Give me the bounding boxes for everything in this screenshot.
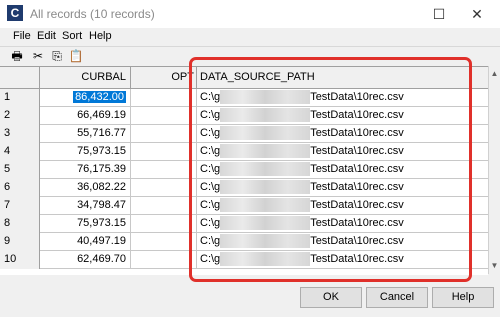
cell-opt[interactable]: [131, 161, 197, 179]
menu-file[interactable]: File: [13, 30, 31, 42]
row-number[interactable]: 7: [0, 197, 40, 215]
row-number[interactable]: 10: [0, 251, 40, 269]
menu-sort[interactable]: Sort: [62, 30, 82, 42]
row-number[interactable]: 8: [0, 215, 40, 233]
row-number[interactable]: 4: [0, 143, 40, 161]
cell-curbal[interactable]: 40,497.19: [40, 233, 131, 251]
selected-cell-value[interactable]: 86,432.00: [73, 91, 126, 103]
cell-curbal[interactable]: 75,973.15: [40, 215, 131, 233]
header-corner[interactable]: [0, 67, 40, 88]
cell-curbal[interactable]: 86,432.00: [40, 89, 131, 107]
row-number[interactable]: 3: [0, 125, 40, 143]
cell-opt[interactable]: [131, 143, 197, 161]
menu-bar: File Edit Sort Help: [0, 28, 500, 45]
scroll-up-icon[interactable]: ▲: [489, 68, 500, 80]
help-button[interactable]: Help: [432, 287, 494, 308]
cell-curbal[interactable]: 34,798.47: [40, 197, 131, 215]
cell-curbal[interactable]: 62,469.70: [40, 251, 131, 269]
cell-opt[interactable]: [131, 125, 197, 143]
app-icon: C: [7, 5, 23, 21]
cell-opt[interactable]: [131, 107, 197, 125]
vertical-scrollbar[interactable]: ▲ ▼: [488, 66, 500, 274]
ok-button[interactable]: OK: [300, 287, 362, 308]
annotation-highlight-box: [189, 57, 472, 282]
menu-edit[interactable]: Edit: [37, 30, 56, 42]
column-header-curbal[interactable]: CURBAL: [40, 67, 131, 88]
cell-opt[interactable]: [131, 233, 197, 251]
cell-curbal[interactable]: 75,973.15: [40, 143, 131, 161]
cell-curbal[interactable]: 36,082.22: [40, 179, 131, 197]
row-number[interactable]: 9: [0, 233, 40, 251]
cell-opt[interactable]: [131, 251, 197, 269]
menu-help[interactable]: Help: [89, 30, 112, 42]
cell-opt[interactable]: [131, 215, 197, 233]
close-button[interactable]: ✕: [454, 0, 500, 28]
cell-curbal[interactable]: 55,716.77: [40, 125, 131, 143]
row-number[interactable]: 6: [0, 179, 40, 197]
cell-opt[interactable]: [131, 179, 197, 197]
cell-opt[interactable]: [131, 89, 197, 107]
cancel-button[interactable]: Cancel: [366, 287, 428, 308]
cut-icon[interactable]: ✂: [30, 49, 46, 64]
scroll-down-icon[interactable]: ▼: [489, 260, 500, 272]
row-number[interactable]: 5: [0, 161, 40, 179]
copy-icon[interactable]: ⎘: [49, 49, 65, 64]
column-header-opt[interactable]: OPT: [131, 67, 197, 88]
cell-curbal[interactable]: 76,175.39: [40, 161, 131, 179]
window-title: All records (10 records): [30, 7, 155, 21]
cell-opt[interactable]: [131, 197, 197, 215]
paste-icon[interactable]: 📋: [68, 49, 84, 64]
title-bar: C All records (10 records) ☐ ✕: [0, 0, 500, 28]
row-number[interactable]: 2: [0, 107, 40, 125]
row-number[interactable]: 1: [0, 89, 40, 107]
print-icon[interactable]: 🖶: [9, 49, 25, 64]
cell-curbal[interactable]: 66,469.19: [40, 107, 131, 125]
